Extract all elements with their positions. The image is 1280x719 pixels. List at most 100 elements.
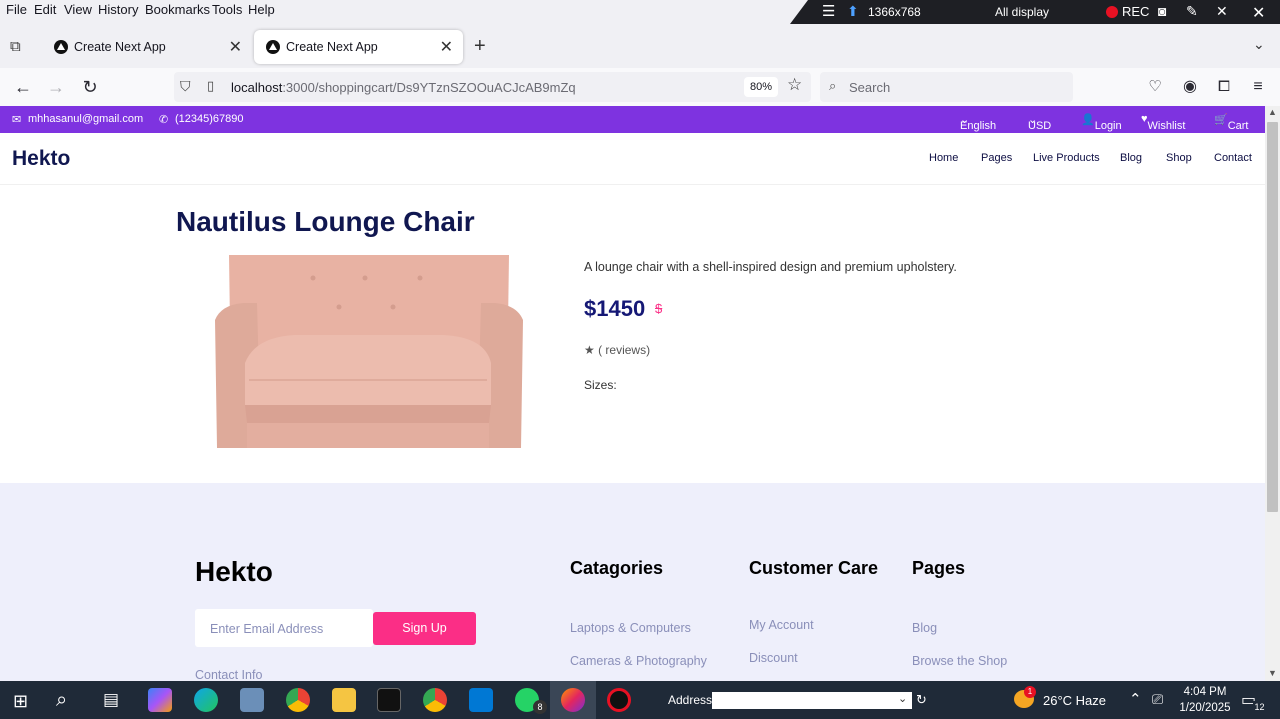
search-bar[interactable]: ⌕ Search [820,72,1073,102]
contact-phone: (12345)67890 [175,113,244,125]
account-icon[interactable]: ◉ [1177,74,1203,100]
weather-badge: 1 [1024,686,1036,698]
display-label[interactable]: All display [995,5,1049,19]
url-path: :3000/shoppingcart/Ds9YTznSZOOuACJcAB9mZ… [282,80,576,95]
terminal-icon[interactable] [377,688,401,712]
close-tab-icon[interactable]: ✕ [229,37,242,57]
recorder-toolbar: ☰ ⬆ 1366x768 All display REC ◙ ✎ ✕ ✕ [790,0,1280,24]
chevron-down-icon[interactable]: ⌄ [898,692,907,705]
language-select[interactable]: English ⌄ [960,113,996,132]
resolution-label: 1366x768 [868,5,921,19]
pen-icon[interactable]: ✎ [1186,3,1198,20]
computer-icon[interactable] [240,688,264,712]
chrome-icon[interactable] [286,688,310,712]
menu-icon[interactable]: ☰ [822,2,835,20]
newsletter-email-input[interactable]: Enter Email Address [195,609,373,647]
system-clock[interactable]: 4:04 PM 1/20/2025 [1175,684,1235,716]
vscode-icon[interactable] [469,688,493,712]
lounge-chair-illustration [215,255,523,448]
menu-file[interactable]: File [6,2,27,17]
windows-start-icon[interactable]: ⊞ [13,691,28,712]
footer-link-discount[interactable]: Discount [749,651,798,665]
product-old-price: $ [655,301,663,316]
whatsapp-badge: 8 [533,700,547,714]
product-price: $1450 [584,296,646,321]
rec-label[interactable]: REC [1122,4,1149,19]
scroll-up-icon[interactable]: ▲ [1268,107,1277,117]
close-icon[interactable]: ✕ [1216,3,1228,20]
close-recorder-icon[interactable]: ✕ [1252,3,1265,23]
footer-link-browse-shop[interactable]: Browse the Shop [912,654,1007,668]
menu-bookmarks[interactable]: Bookmarks [145,2,210,17]
address-label: Address [668,693,713,707]
pin-icon[interactable]: ⬆ [847,3,859,20]
customer-care-heading: Customer Care [749,558,879,578]
url-bar[interactable]: ⛉ ▯ localhost:3000/shoppingcart/Ds9YTznS… [174,72,811,102]
copilot-icon[interactable] [148,688,172,712]
footer-link-laptops[interactable]: Laptops & Computers [570,621,691,635]
list-tabs-chevron-icon[interactable]: ⌄ [1253,36,1265,53]
sizes-label: Sizes: [584,378,617,392]
footer-link-my-account[interactable]: My Account [749,618,814,632]
product-image [215,255,523,448]
close-tab-icon[interactable]: ✕ [440,37,453,57]
language-label: English [960,120,997,132]
url-host: localhost [231,80,283,95]
menu-view[interactable]: View [64,2,92,17]
nextjs-favicon-icon [54,40,68,54]
search-icon: ⌕ [829,78,837,93]
back-arrow-icon[interactable]: ← [10,74,36,100]
site-logo[interactable]: Hekto [12,147,70,171]
nav-home[interactable]: Home [929,152,958,164]
tab-1[interactable]: Create Next App ✕ [42,30,252,64]
currency-select[interactable]: USD ⌄ [1028,113,1051,132]
menu-history[interactable]: History [98,2,138,17]
address-toolbar-input[interactable]: ⌄ [712,692,912,709]
chevron-up-icon[interactable]: ⌃ [1129,690,1142,708]
camera-icon[interactable]: ◙ [1158,3,1166,19]
footer-link-blog[interactable]: Blog [912,621,937,635]
url-text[interactable]: localhost:3000/shoppingcart/Ds9YTznSZOOu… [231,80,576,95]
menu-tools[interactable]: Tools [212,2,242,17]
wishlist-link[interactable]: ♥ Wishlist [1141,113,1185,132]
signup-button[interactable]: Sign Up [373,612,476,645]
reload-icon[interactable]: ↻ [77,74,103,100]
menu-help[interactable]: Help [248,2,275,17]
network-icon[interactable]: ⎚ [1152,691,1163,708]
nav-pages[interactable]: Pages [981,152,1012,164]
nav-live-products[interactable]: Live Products [1033,152,1100,164]
scrollbar-thumb[interactable] [1267,122,1278,512]
firefox-icon[interactable] [561,688,585,712]
page-viewport: ✉ mhhasanul@gmail.com ✆ (12345)67890 Eng… [0,106,1265,681]
task-view-icon[interactable]: ▤ [103,690,119,710]
email-placeholder: Enter Email Address [210,622,324,636]
chrome-profile-icon[interactable] [423,688,447,712]
tab-title: Create Next App [74,40,166,54]
nav-blog[interactable]: Blog [1120,152,1142,164]
address-go-icon[interactable]: ↻ [916,692,927,708]
tab-overview-icon[interactable]: ⧉ [10,38,21,55]
weather-label[interactable]: 26°C Haze [1043,693,1106,708]
footer-link-cameras[interactable]: Cameras & Photography [570,654,707,668]
zoom-indicator[interactable]: 80% [744,77,778,97]
file-explorer-icon[interactable] [332,688,356,712]
extensions-icon[interactable]: ⧠ [1211,74,1237,100]
bookmark-star-icon[interactable]: ☆ [787,75,802,95]
cart-link[interactable]: 🛒 Cart [1214,113,1248,132]
menu-edit[interactable]: Edit [34,2,56,17]
shield-icon[interactable]: ⛉ [180,78,191,95]
forward-arrow-icon[interactable]: → [43,74,69,100]
scroll-down-icon[interactable]: ▼ [1268,668,1277,678]
new-tab-icon[interactable]: + [474,35,486,58]
edge-icon[interactable] [194,688,218,712]
recorder-app-icon[interactable] [607,688,631,712]
nav-shop[interactable]: Shop [1166,152,1192,164]
search-icon[interactable]: ⌕ [56,689,67,712]
pocket-icon[interactable]: ♡ [1142,74,1168,100]
nav-contact[interactable]: Contact [1214,152,1252,164]
page-icon: ▯ [207,78,215,93]
tab-2[interactable]: Create Next App ✕ [254,30,463,64]
mail-icon: ✉ [12,114,22,126]
app-menu-icon[interactable]: ≡ [1245,74,1271,100]
login-link[interactable]: 👤 Login [1081,113,1122,132]
